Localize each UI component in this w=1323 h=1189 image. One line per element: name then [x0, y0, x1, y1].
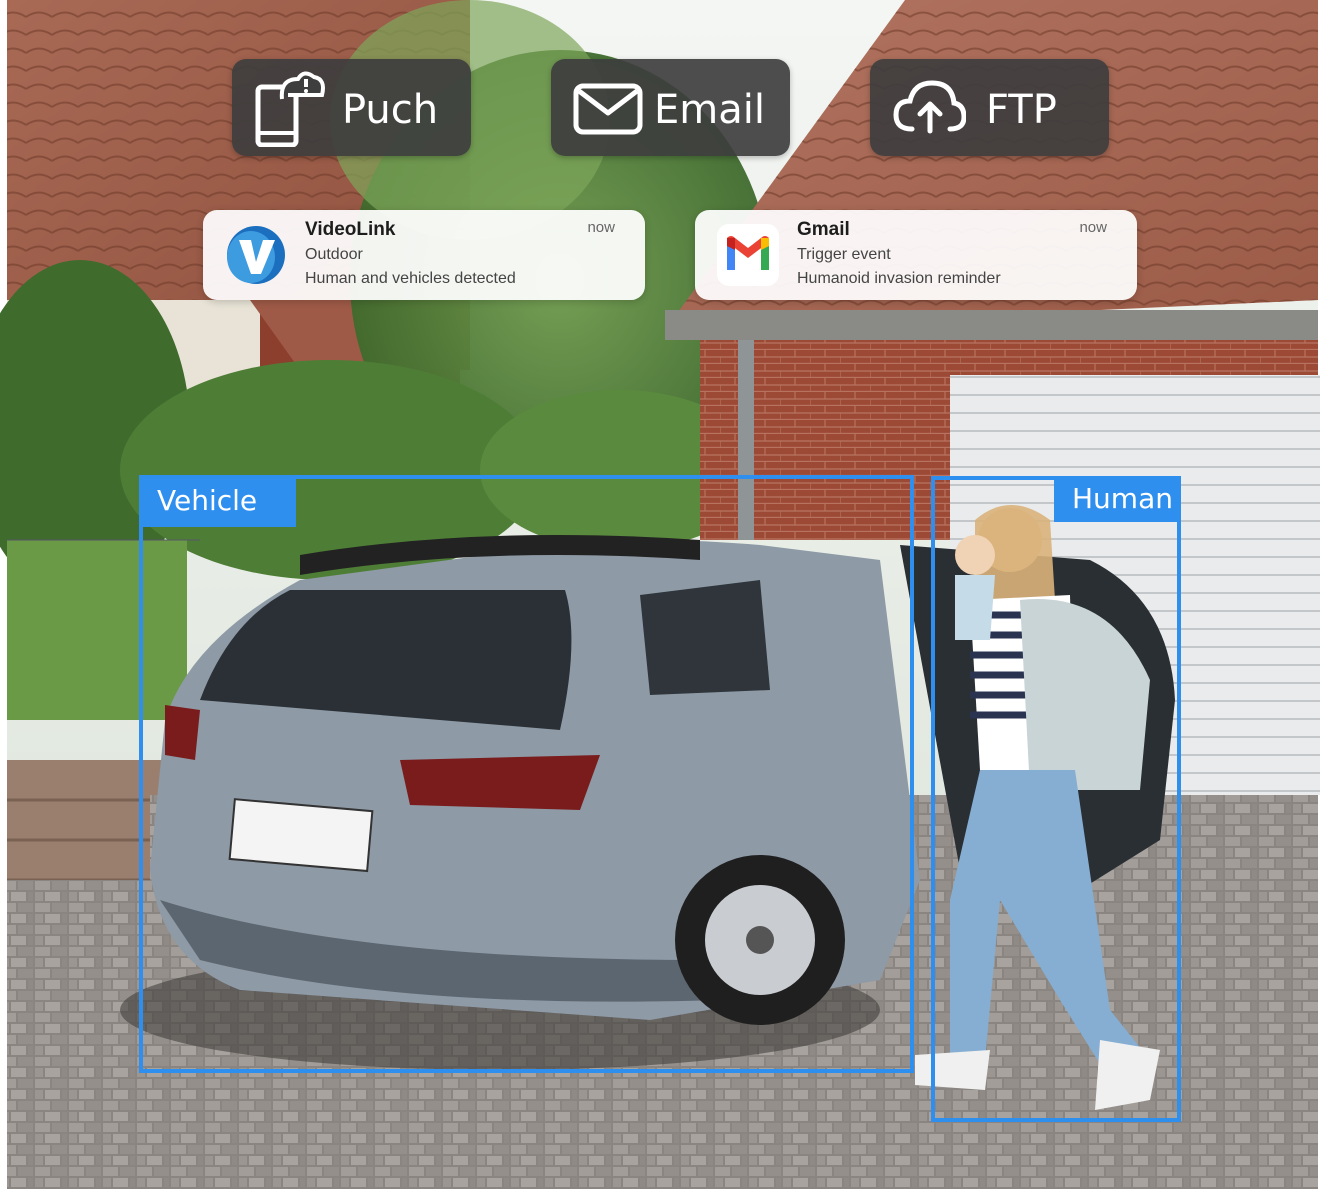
videolink-logo-icon	[227, 226, 285, 284]
gmail-notification[interactable]: Gmail Trigger event Humanoid invasion re…	[695, 210, 1137, 300]
security-camera-scene: Puch Email FTP VideoLink Outdoor Human a…	[0, 0, 1323, 1189]
notification-subtitle: Outdoor	[305, 246, 363, 263]
push-channel-tile[interactable]: Puch	[232, 59, 471, 156]
notification-app-name: VideoLink	[305, 219, 396, 240]
notification-subtitle: Trigger event	[797, 246, 891, 263]
envelope-icon	[573, 83, 643, 135]
vehicle-detection-label: Vehicle	[139, 475, 296, 527]
human-detection-label: Human	[1054, 476, 1181, 522]
ftp-channel-tile[interactable]: FTP	[870, 59, 1109, 156]
gmail-logo-icon	[717, 224, 779, 286]
cloud-upload-icon	[893, 80, 966, 134]
push-channel-label: Puch	[342, 87, 439, 133]
vehicle-detection-box	[139, 475, 914, 1073]
notification-message: Humanoid invasion reminder	[797, 270, 1001, 287]
videolink-notification[interactable]: VideoLink Outdoor Human and vehicles det…	[203, 210, 645, 300]
notification-time: now	[1079, 219, 1107, 236]
notification-app-name: Gmail	[797, 219, 850, 240]
email-channel-label: Email	[654, 87, 765, 133]
notification-message: Human and vehicles detected	[305, 270, 516, 287]
human-detection-box	[931, 476, 1181, 1122]
phone-alert-icon	[255, 71, 325, 147]
ftp-channel-label: FTP	[986, 87, 1057, 133]
notification-time: now	[587, 219, 615, 236]
email-channel-tile[interactable]: Email	[551, 59, 790, 156]
